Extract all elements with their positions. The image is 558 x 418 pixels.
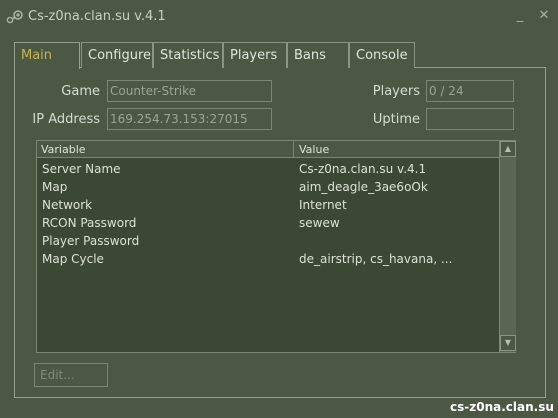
variable-cell: Map — [42, 180, 68, 194]
game-field[interactable]: Counter-Strike — [107, 80, 272, 102]
tab-bans[interactable]: Bans — [287, 42, 349, 68]
close-button[interactable]: ✕ — [536, 8, 552, 24]
variable-cell: Server Name — [42, 162, 121, 176]
tab-configure[interactable]: Configure — [81, 42, 153, 68]
uptime-label: Uptime — [372, 112, 420, 127]
window-title: Cs-z0na.clan.su v.4.1 — [28, 9, 166, 24]
scroll-up-icon[interactable]: ▲ — [500, 141, 516, 157]
table-row[interactable]: Player Password — [37, 232, 499, 250]
value-cell: Cs-z0na.clan.su v.4.1 — [299, 162, 427, 176]
column-header-value[interactable]: Value — [295, 141, 499, 158]
scroll-down-icon[interactable]: ▼ — [500, 335, 516, 351]
ip-address-label: IP Address — [32, 112, 100, 127]
ip-address-field[interactable]: 169.254.73.153:27015 — [107, 108, 272, 130]
uptime-field[interactable] — [426, 108, 514, 130]
value-cell: aim_deagle_3ae6oOk — [299, 180, 428, 194]
title-bar[interactable]: Cs-z0na.clan.su v.4.1 _ ✕ — [0, 0, 558, 34]
variable-cell: Network — [42, 198, 93, 212]
value-cell: Internet — [299, 198, 347, 212]
table-row[interactable]: Map Cycle de_airstrip, cs_havana, ... — [37, 250, 499, 268]
variable-cell: RCON Password — [42, 216, 137, 230]
table-row[interactable]: Server Name Cs-z0na.clan.su v.4.1 — [37, 160, 499, 178]
tab-statistics[interactable]: Statistics — [153, 42, 223, 68]
tab-console[interactable]: Console — [349, 42, 415, 68]
server-window: Cs-z0na.clan.su v.4.1 _ ✕ Main Configure… — [0, 0, 558, 418]
tab-players[interactable]: Players — [223, 42, 287, 68]
game-label: Game — [61, 84, 100, 99]
list-rows: Server Name Cs-z0na.clan.su v.4.1 Map ai… — [37, 160, 499, 268]
list-header: Variable Value — [37, 141, 499, 158]
variable-cell: Map Cycle — [42, 252, 104, 266]
steam-icon — [6, 10, 23, 24]
variables-list[interactable]: Variable Value Server Name Cs-z0na.clan.… — [36, 140, 516, 353]
table-row[interactable]: Map aim_deagle_3ae6oOk — [37, 178, 499, 196]
edit-button[interactable]: Edit... — [34, 363, 108, 387]
table-row[interactable]: RCON Password sewew — [37, 214, 499, 232]
column-header-variable[interactable]: Variable — [37, 141, 294, 158]
vertical-scrollbar[interactable]: ▲ ▼ — [499, 141, 516, 352]
variable-cell: Player Password — [42, 234, 140, 248]
tab-main[interactable]: Main — [14, 42, 80, 69]
minimize-button[interactable]: _ — [512, 8, 528, 24]
table-row[interactable]: Network Internet — [37, 196, 499, 214]
players-label: Players — [372, 84, 420, 99]
players-field[interactable]: 0 / 24 — [426, 80, 514, 102]
watermark-text: cs-z0na.clan.su — [450, 400, 554, 414]
value-cell: de_airstrip, cs_havana, ... — [299, 252, 453, 266]
value-cell: sewew — [299, 216, 340, 230]
